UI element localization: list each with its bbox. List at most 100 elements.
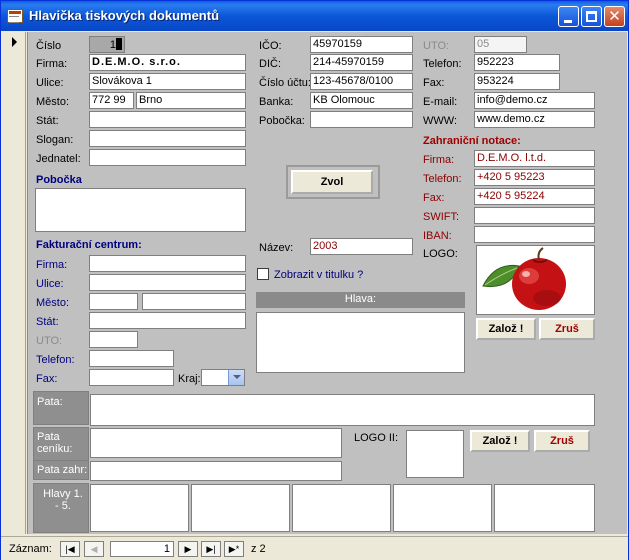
fak-uto-field[interactable] [89, 331, 138, 348]
mesto-label: Město: [36, 96, 70, 108]
zvol-label: Zvol [320, 176, 344, 188]
mesto-field[interactable]: Brno [136, 92, 246, 109]
zrus-logo2-button[interactable]: Zruš [534, 430, 590, 452]
zfirma-field[interactable]: D.E.M.O. l.t.d. [474, 150, 595, 167]
cislo-field[interactable]: 1 [89, 36, 125, 53]
record-selector[interactable] [4, 32, 26, 534]
fak-telefon-label: Telefon: [36, 354, 75, 366]
jednatel-field[interactable] [89, 149, 246, 166]
banka-field[interactable]: KB Olomouc [310, 92, 413, 109]
hlava-5-image[interactable] [494, 484, 595, 532]
hlava-1-image[interactable] [90, 484, 189, 532]
pata-ceniku-label-box: Pata ceníku: [33, 427, 89, 461]
ucet-field[interactable]: 123-45678/0100 [310, 73, 413, 90]
zaloz-logo2-button[interactable]: Založ ! [470, 430, 530, 452]
zobrazit-label: Zobrazit v titulku ? [274, 269, 364, 281]
zfax-field[interactable]: +420 5 95224 [474, 188, 595, 205]
swift-field[interactable] [474, 207, 595, 224]
zobrazit-checkbox[interactable] [257, 268, 269, 280]
window: Hlavička tiskových dokumentů ✕ Číslo 1 F… [0, 0, 629, 560]
stat-label: Stát: [36, 115, 59, 127]
slogan-field[interactable] [89, 130, 246, 147]
kraj-label: Kraj: [178, 373, 201, 385]
pobocka-field[interactable] [310, 111, 413, 128]
close-button[interactable]: ✕ [604, 6, 625, 27]
fax-label: Fax: [423, 77, 445, 89]
hlava-2-image[interactable] [191, 484, 290, 532]
previous-record-button[interactable]: ◀ [84, 541, 104, 557]
ico-field[interactable]: 45970159 [310, 36, 413, 53]
telefon-label: Telefon: [423, 58, 462, 70]
nazev-field[interactable]: 2003 [310, 238, 413, 255]
psc-field[interactable]: 772 99 [89, 92, 134, 109]
fak-psc-field[interactable] [89, 293, 138, 310]
banka-label: Banka: [259, 96, 294, 108]
fak-uto-label: UTO: [36, 335, 63, 347]
fak-stat-field[interactable] [89, 312, 246, 329]
ico-label: IČO: [259, 40, 282, 52]
hlavy-label: Hlavy 1. - 5. [43, 488, 83, 512]
fak-ulice-field[interactable] [89, 274, 246, 291]
current-record-arrow-icon [12, 37, 17, 47]
maximize-button[interactable] [581, 6, 602, 27]
email-label: E-mail: [423, 96, 458, 108]
text-cursor [116, 38, 122, 50]
zaloz-logo-button[interactable]: Založ ! [476, 318, 536, 340]
pobocka-textarea[interactable] [35, 188, 246, 232]
ulice-field[interactable]: Slovákova 1 [89, 73, 246, 90]
last-record-button[interactable]: ▶| [201, 541, 221, 557]
fax-field[interactable]: 953224 [474, 73, 560, 90]
ucet-label: Číslo účtu: [259, 77, 311, 89]
iban-field[interactable] [474, 226, 595, 243]
firma-label: Firma: [36, 58, 68, 70]
email-field[interactable]: info@demo.cz [474, 92, 595, 109]
maximize-icon [586, 11, 597, 22]
zrus-logo-button[interactable]: Zruš [539, 318, 595, 340]
minimize-icon [564, 20, 572, 23]
fak-telefon-field[interactable] [89, 350, 174, 367]
nazev-label: Název: [259, 242, 294, 254]
dic-label: DIČ: [259, 58, 281, 70]
zaloz-logo-label: Založ ! [488, 323, 524, 335]
dic-field[interactable]: 214-45970159 [310, 54, 413, 71]
telefon-field[interactable]: 952223 [474, 54, 560, 71]
ztelefon-field[interactable]: +420 5 95223 [474, 169, 595, 186]
logo2-image[interactable] [406, 430, 464, 478]
pata-textarea[interactable] [90, 394, 595, 426]
minimize-button[interactable] [558, 6, 579, 27]
firma-field[interactable]: D.E.M.O. s.r.o. [89, 54, 246, 71]
new-record-icon: ▶* [228, 544, 240, 554]
pata-label: Pata: [37, 396, 63, 408]
pata-zahr-field[interactable] [90, 461, 342, 481]
logo-image[interactable] [476, 245, 595, 315]
stat-field[interactable] [89, 111, 246, 128]
pata-ceniku-label: Pata ceníku: [37, 431, 73, 455]
pata-ceniku-textarea[interactable] [90, 428, 342, 458]
record-number-input[interactable]: 1 [110, 541, 174, 557]
window-title: Hlavička tiskových dokumentů [29, 8, 220, 23]
jednatel-label: Jednatel: [36, 153, 81, 165]
pobocka-header: Pobočka [36, 174, 82, 186]
close-icon: ✕ [608, 8, 621, 25]
record-navigation-bar: Záznam: |◀ ◀ 1 ▶ ▶| ▶* z 2 [1, 536, 628, 560]
zvol-button[interactable]: Zvol [291, 170, 373, 194]
fak-firma-field[interactable] [89, 255, 246, 272]
first-record-button[interactable]: |◀ [60, 541, 80, 557]
next-record-button[interactable]: ▶ [178, 541, 198, 557]
hlava-textarea[interactable] [256, 312, 465, 373]
uto-field[interactable]: 05 [474, 36, 527, 53]
kraj-combobox[interactable] [201, 369, 245, 386]
new-record-button[interactable]: ▶* [224, 541, 244, 557]
slogan-label: Slogan: [36, 134, 74, 146]
hlavy-label-box: Hlavy 1. - 5. [33, 483, 89, 533]
chevron-down-icon[interactable] [228, 370, 244, 385]
www-field[interactable]: www.demo.cz [474, 111, 595, 128]
ulice-label: Ulice: [36, 77, 64, 89]
title-bar[interactable]: Hlavička tiskových dokumentů ✕ [1, 1, 628, 31]
first-record-icon: |◀ [65, 544, 75, 554]
fak-mesto-field[interactable] [142, 293, 246, 310]
hlava-4-image[interactable] [393, 484, 492, 532]
fak-fax-field[interactable] [89, 369, 174, 386]
hlava-3-image[interactable] [292, 484, 391, 532]
apple-icon [482, 247, 566, 310]
